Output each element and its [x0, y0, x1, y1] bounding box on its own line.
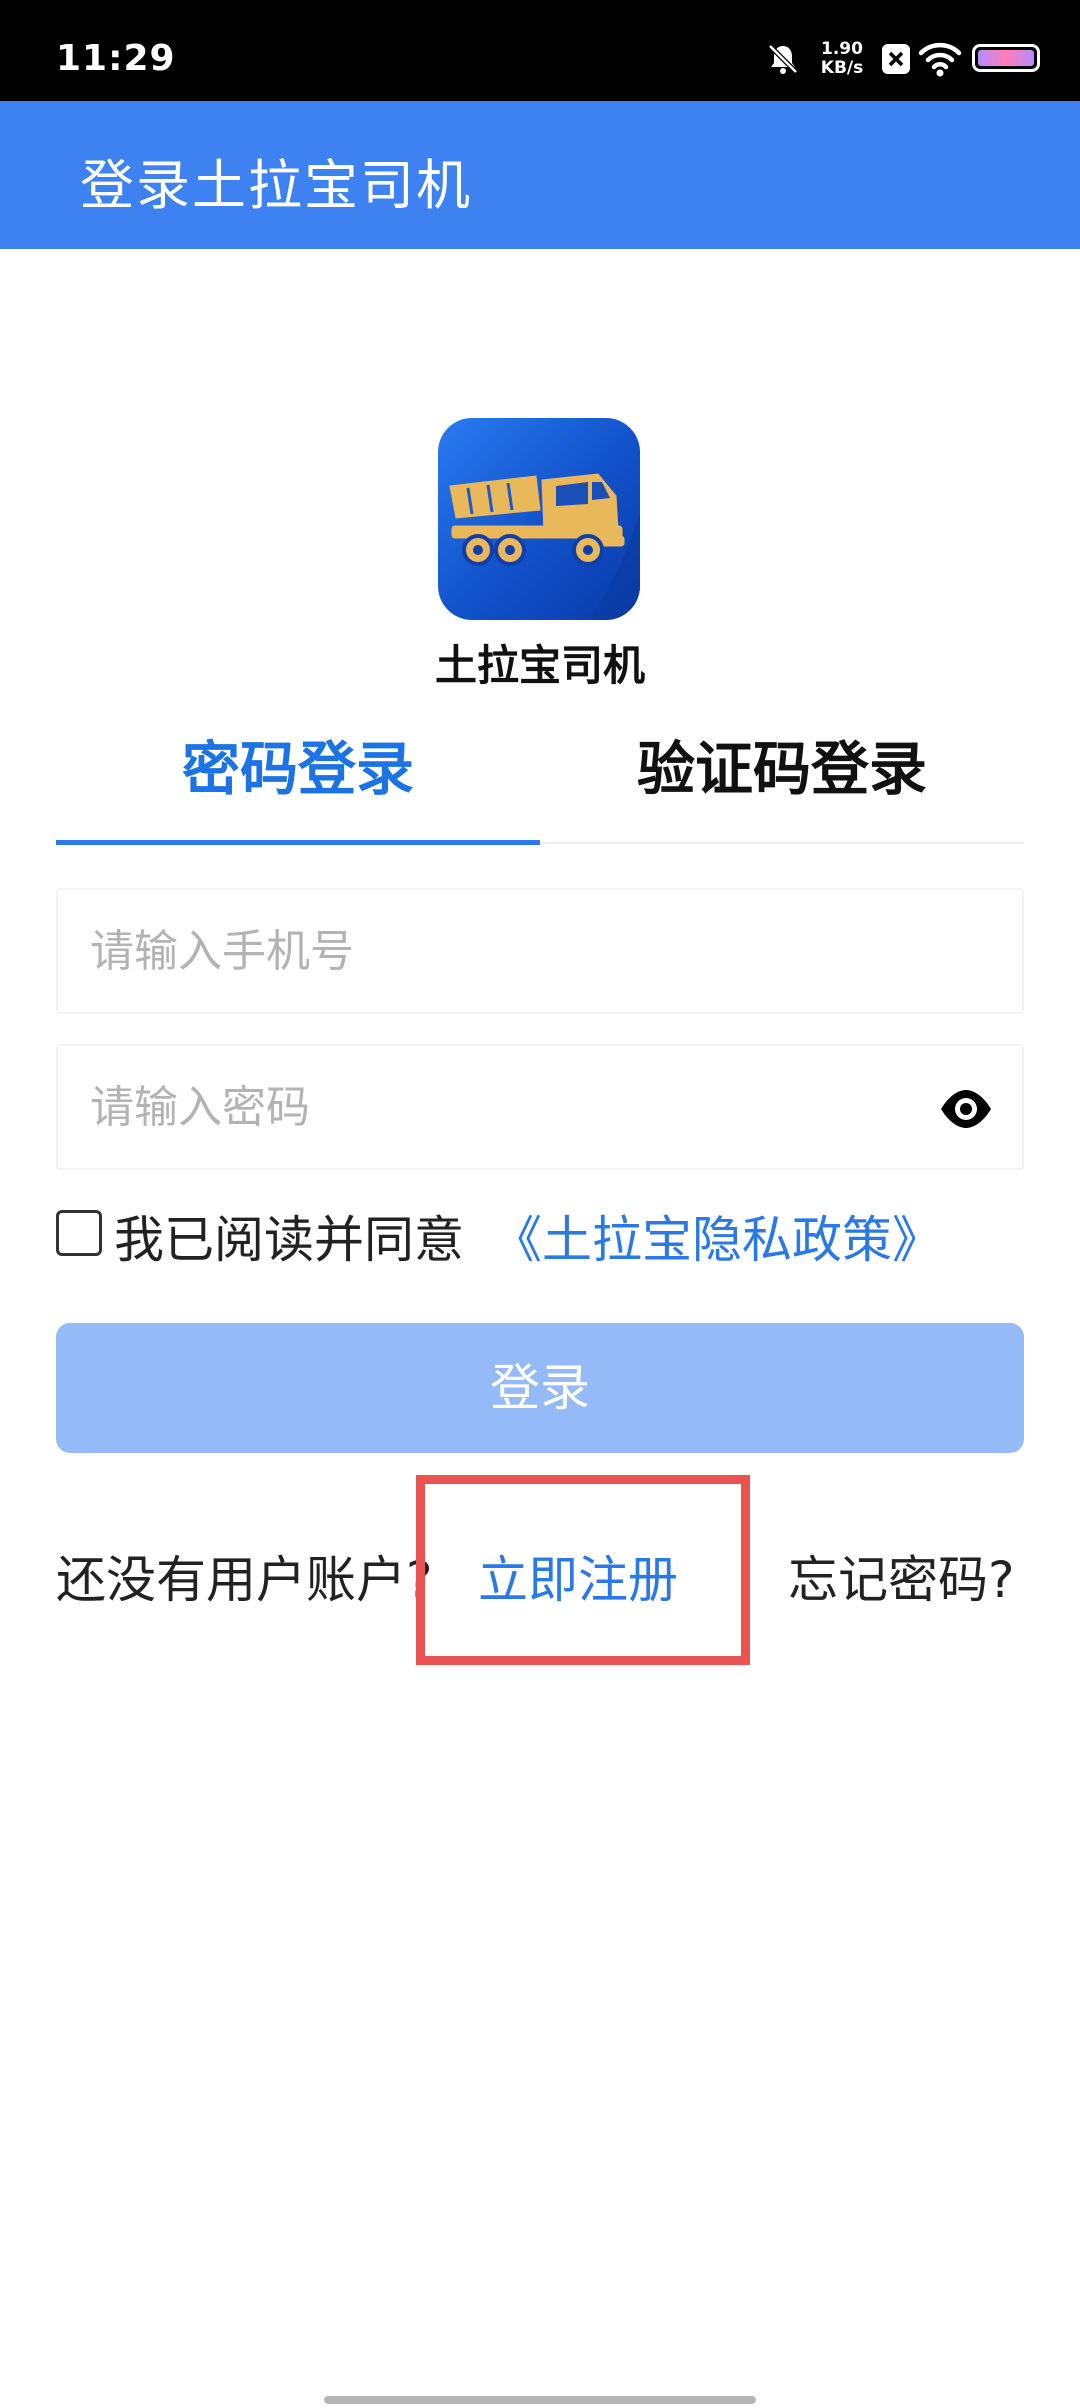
- tab-password-login[interactable]: 密码登录: [56, 722, 540, 842]
- password-input[interactable]: [88, 1046, 948, 1168]
- agree-text: 我已阅读并同意: [114, 1211, 464, 1269]
- battery-level: [978, 50, 1034, 66]
- battery-icon: [972, 44, 1040, 72]
- no-account-text: 还没有用户账户?: [56, 1551, 433, 1609]
- network-speed-unit: KB/s: [820, 58, 864, 78]
- active-tab-indicator: [56, 840, 540, 845]
- status-time: 11:29: [56, 38, 176, 79]
- highlight-box: [416, 1475, 750, 1665]
- login-button[interactable]: 登录: [56, 1323, 1024, 1453]
- wifi-icon: [918, 42, 962, 77]
- password-field: [56, 1044, 1024, 1170]
- app-logo: [438, 418, 640, 620]
- tab-divider: [540, 842, 1024, 844]
- close-badge-icon: [882, 44, 910, 74]
- tab-sms-code-login[interactable]: 验证码登录: [540, 722, 1024, 842]
- agree-checkbox[interactable]: [56, 1210, 102, 1256]
- status-bar: 11:29 1.90 KB/s: [0, 0, 1080, 101]
- status-icons: 1.90 KB/s: [766, 40, 1040, 80]
- network-speed-value: 1.90: [821, 39, 863, 59]
- privacy-policy-link[interactable]: 《土拉宝隐私政策》: [492, 1200, 942, 1272]
- app-name: 土拉宝司机: [434, 641, 645, 690]
- app-bar: 登录土拉宝司机: [0, 101, 1080, 249]
- bell-muted-icon: [768, 44, 798, 74]
- page-title: 登录土拉宝司机: [80, 154, 472, 217]
- eye-icon[interactable]: [938, 1084, 994, 1134]
- gesture-bar[interactable]: [324, 2396, 756, 2404]
- phone-field: [56, 888, 1024, 1014]
- network-speed: 1.90 KB/s: [812, 40, 872, 78]
- dump-truck-icon: [449, 473, 640, 620]
- phone-input[interactable]: [88, 890, 948, 1012]
- forgot-password-link[interactable]: 忘记密码?: [788, 1540, 1015, 1612]
